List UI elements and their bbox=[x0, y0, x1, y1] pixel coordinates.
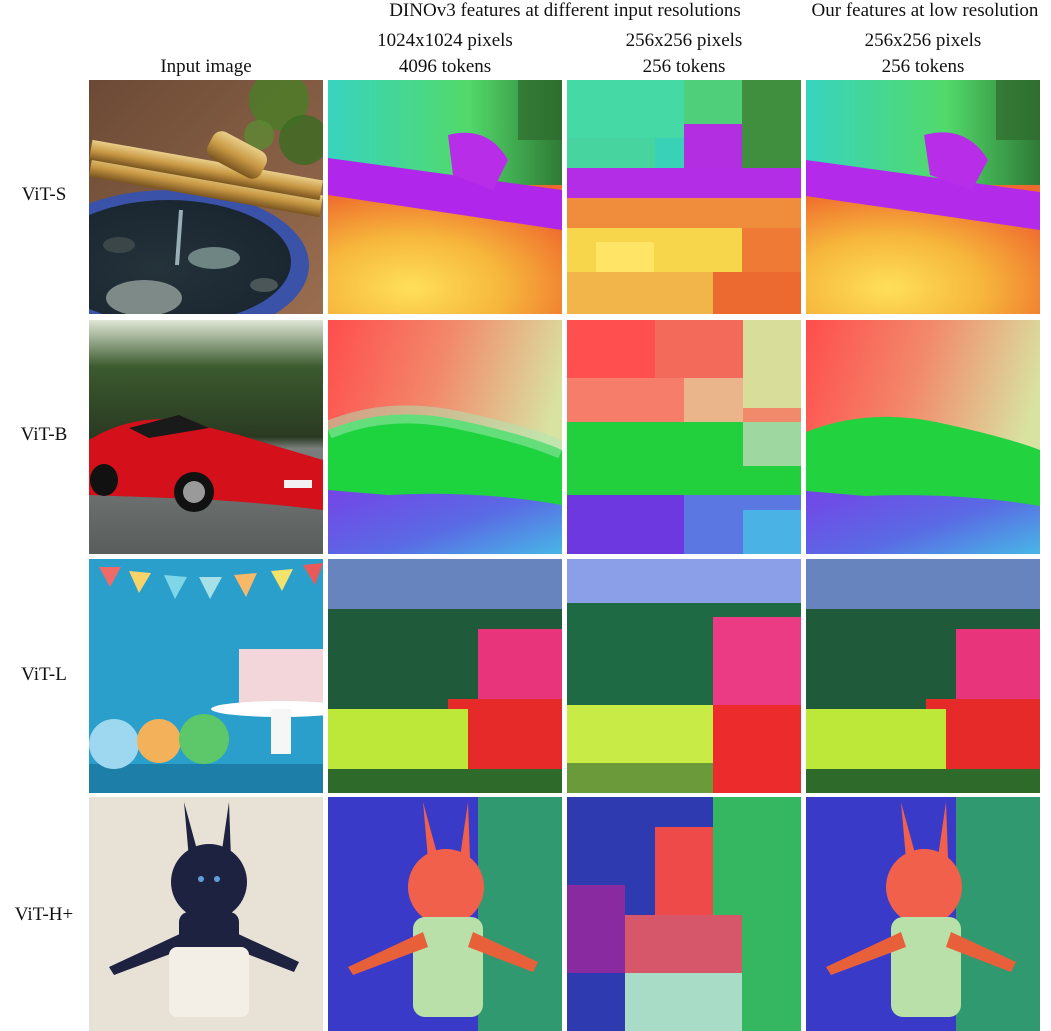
header-input-image: Input image bbox=[160, 56, 252, 77]
feature-map-vit-b-lr bbox=[567, 320, 801, 554]
header-hr-tokens: 4096 tokens bbox=[398, 56, 492, 77]
input-image-plush-bunny bbox=[89, 797, 323, 1031]
header-ours-tokens: 256 tokens bbox=[881, 56, 965, 77]
row-label-vit-l: ViT-L bbox=[21, 664, 67, 685]
feature-map-vit-b-ours bbox=[806, 320, 1040, 554]
input-image-birthday-cake bbox=[89, 559, 323, 793]
feature-map-vit-h-ours bbox=[806, 797, 1040, 1031]
header-ours-group: Our features at low resolution bbox=[811, 0, 1039, 21]
header-dinov3-group: DINOv3 features at different input resol… bbox=[389, 0, 741, 21]
header-ours-pixels: 256x256 pixels bbox=[864, 30, 982, 51]
feature-map-vit-h-lr bbox=[567, 797, 801, 1031]
header-lr-tokens: 256 tokens bbox=[642, 56, 726, 77]
feature-map-vit-l-hr bbox=[328, 559, 562, 793]
feature-map-vit-h-hr bbox=[328, 797, 562, 1031]
row-label-vit-h: ViT-H+ bbox=[14, 904, 74, 925]
feature-map-vit-l-ours bbox=[806, 559, 1040, 793]
feature-map-vit-s-lr bbox=[567, 80, 801, 314]
row-label-vit-s: ViT-S bbox=[21, 184, 67, 205]
header-lr-pixels: 256x256 pixels bbox=[625, 30, 743, 51]
feature-map-vit-s-ours bbox=[806, 80, 1040, 314]
row-label-vit-b: ViT-B bbox=[20, 424, 68, 445]
feature-map-vit-b-hr bbox=[328, 320, 562, 554]
input-image-bamboo-fountain bbox=[89, 80, 323, 314]
header-hr-pixels: 1024x1024 pixels bbox=[377, 30, 513, 51]
input-image-red-sports-car bbox=[89, 320, 323, 554]
feature-map-vit-l-lr bbox=[567, 559, 801, 793]
feature-map-vit-s-hr bbox=[328, 80, 562, 314]
